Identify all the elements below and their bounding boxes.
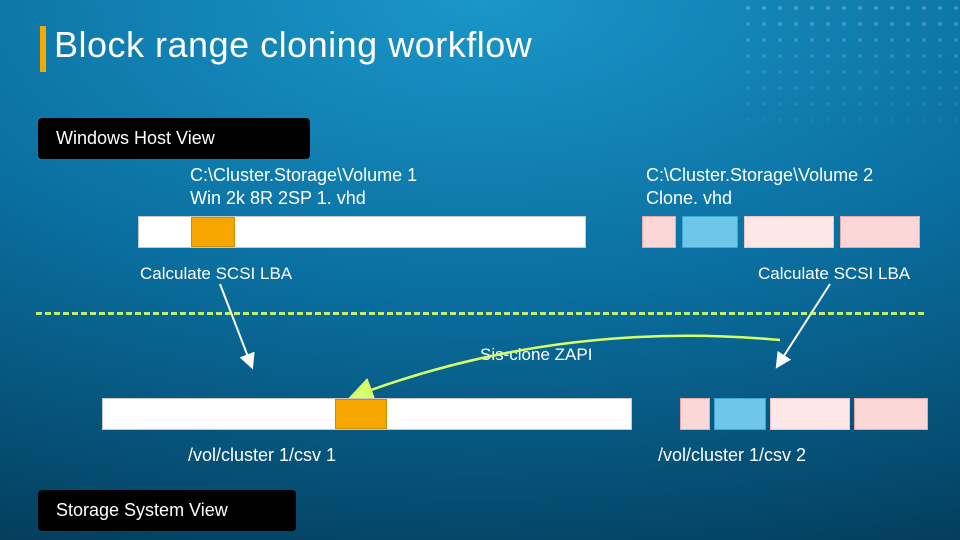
arrow-left-down <box>200 284 260 374</box>
volume2-path-line1: C:\Cluster.Storage\Volume 2 <box>646 165 873 185</box>
host-view-label: Windows Host View <box>38 118 310 159</box>
volume1-vhd-bar <box>138 216 586 248</box>
calc-lba-right: Calculate SCSI LBA <box>758 264 910 284</box>
slide-title: Block range cloning workflow <box>54 24 532 66</box>
volume2-path-line2: Clone. vhd <box>646 188 732 208</box>
volume2-block-pink-3 <box>840 216 920 248</box>
calc-lba-left: Calculate SCSI LBA <box>140 264 292 284</box>
csv2-block-blue <box>714 398 766 430</box>
volume2-block-pink-2 <box>744 216 834 248</box>
decorative-dot-grid <box>740 0 960 140</box>
csv2-block-pink-2 <box>770 398 850 430</box>
slide-root: { "title_html": "Block <b>range cloning … <box>0 0 960 540</box>
volume2-path: C:\Cluster.Storage\Volume 2 Clone. vhd <box>646 164 873 209</box>
volume2-vhd-bar <box>642 216 922 248</box>
volume2-block-blue <box>682 216 738 248</box>
csv2-bar <box>680 398 928 430</box>
csv1-bar <box>102 398 632 430</box>
volume2-block-pink-1 <box>642 216 676 248</box>
csv1-block-orange <box>335 399 387 429</box>
csv2-block-pink-1 <box>680 398 710 430</box>
title-accent-bar <box>40 26 46 72</box>
volume1-path-line1: C:\Cluster.Storage\Volume 1 <box>190 165 417 185</box>
csv2-block-pink-3 <box>854 398 928 430</box>
layer-divider <box>36 312 924 315</box>
csv2-path: /vol/cluster 1/csv 2 <box>658 444 806 467</box>
volume1-block-orange <box>191 217 235 247</box>
csv1-path: /vol/cluster 1/csv 1 <box>188 444 336 467</box>
volume1-path-line2: Win 2k 8R 2SP 1. vhd <box>190 188 366 208</box>
volume1-path: C:\Cluster.Storage\Volume 1 Win 2k 8R 2S… <box>190 164 417 209</box>
storage-view-label: Storage System View <box>38 490 296 531</box>
